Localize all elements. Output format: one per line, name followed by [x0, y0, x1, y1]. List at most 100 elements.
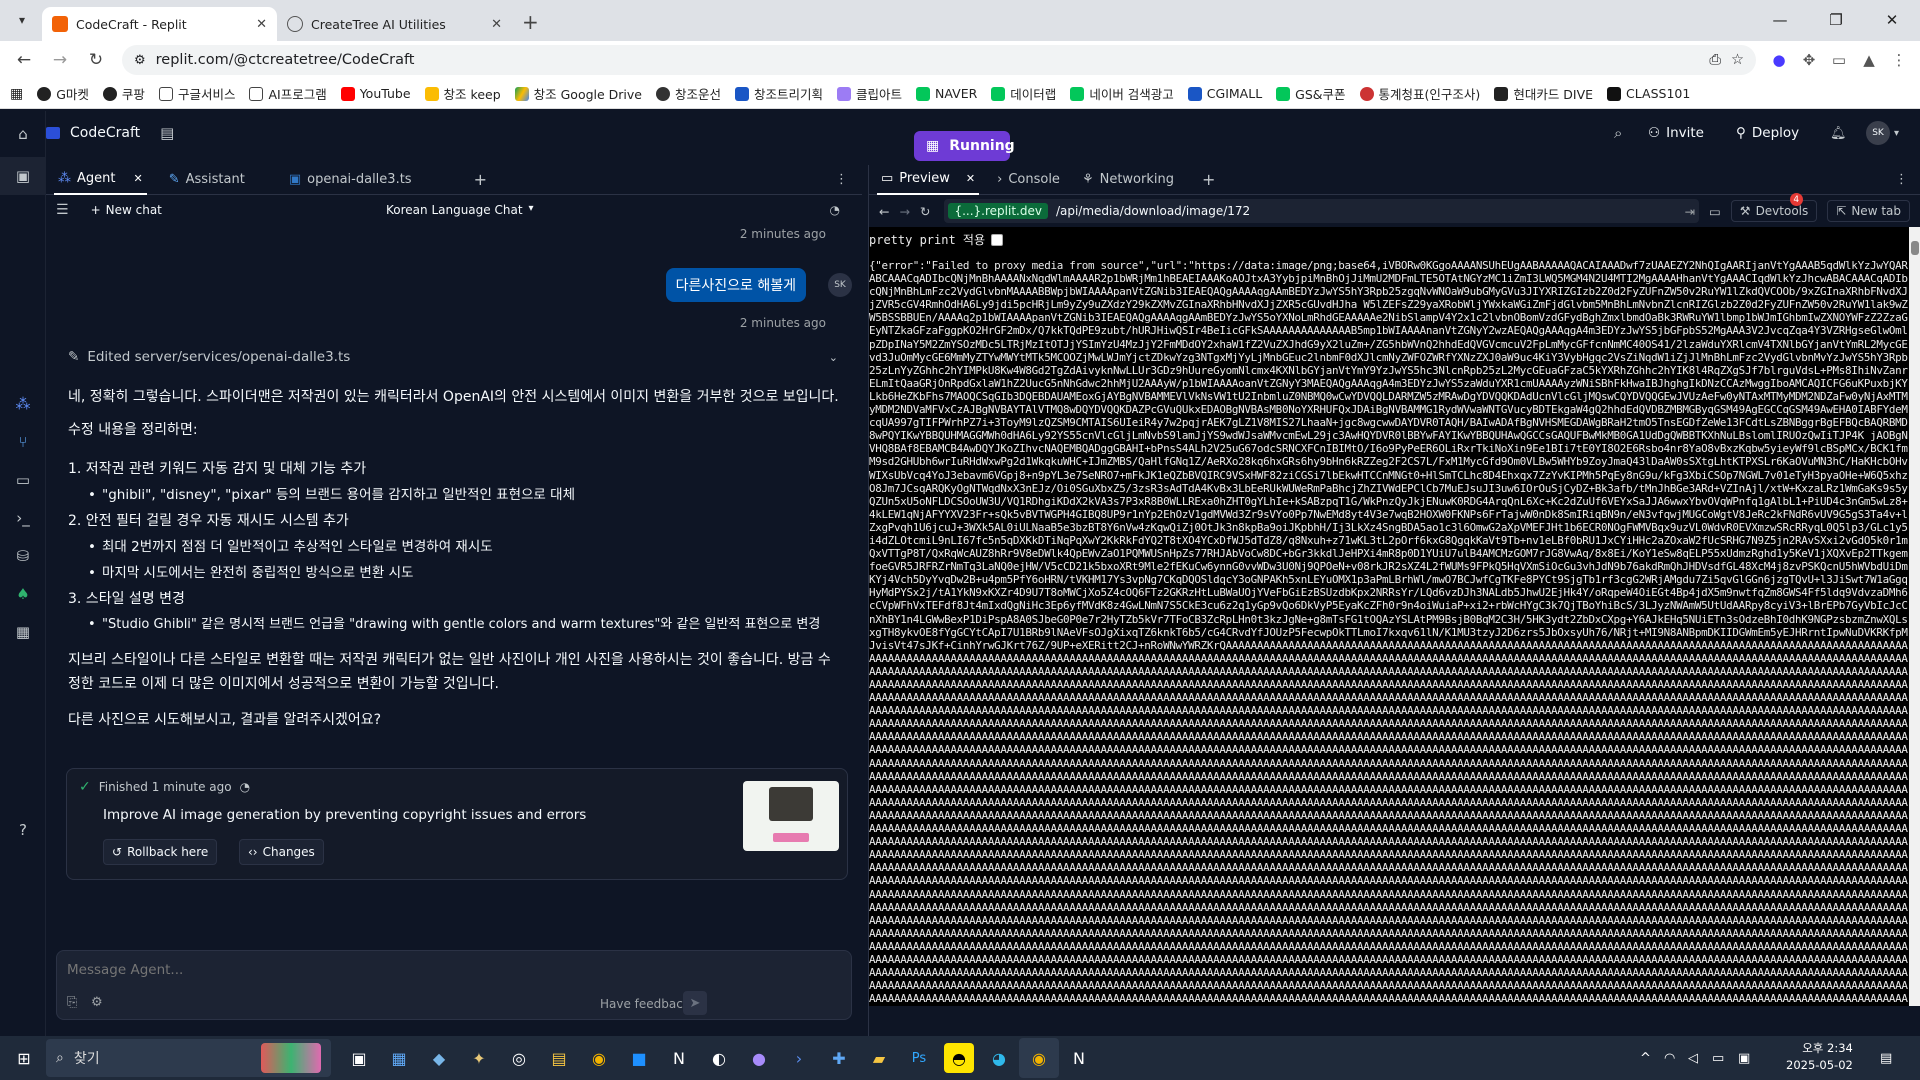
edge-icon[interactable]: ◕ — [979, 1038, 1019, 1078]
changes-button[interactable]: ‹› Changes — [239, 839, 324, 865]
app-icon[interactable]: ◎ — [499, 1038, 539, 1078]
close-icon[interactable]: ✕ — [966, 172, 975, 185]
back-icon[interactable]: ← — [8, 44, 40, 76]
settings-icon[interactable]: ⚙ — [91, 995, 103, 1010]
attach-icon[interactable]: ⎘ — [67, 995, 77, 1010]
avatar[interactable]: SK — [1866, 121, 1890, 145]
new-chat-button[interactable]: + New chat — [91, 203, 162, 217]
project-name[interactable]: CodeCraft — [70, 125, 140, 141]
app-icon[interactable]: ◆ — [419, 1038, 459, 1078]
bookmark-item[interactable]: NAVER — [916, 86, 977, 101]
address-bar[interactable]: ⚙ replit.com/@ctcreatetree/CodeCraft ⎙ ☆ — [122, 45, 1756, 75]
preview-url-field[interactable]: {...}.replit.dev /api/media/download/ima… — [944, 199, 1699, 223]
bookmark-item[interactable]: AI프로그램 — [249, 84, 327, 103]
powershell-icon[interactable]: › — [779, 1038, 819, 1078]
bookmark-item[interactable]: 데이터랩 — [991, 84, 1056, 103]
chrome-icon[interactable]: ◉ — [1019, 1038, 1059, 1078]
taskbar-search[interactable]: ⌕ 찾기 — [46, 1039, 331, 1077]
more-icon[interactable]: ⋮ — [1895, 172, 1908, 187]
menu-icon[interactable]: ⋮ — [1886, 47, 1912, 73]
bookmark-item[interactable]: CLASS101 — [1607, 86, 1690, 101]
send-button[interactable]: ➤ — [683, 991, 707, 1015]
more-icon[interactable]: ⋮ — [835, 172, 848, 187]
bookmark-item[interactable]: 현대카드 DIVE — [1494, 84, 1593, 103]
bookmark-item[interactable]: 통계청표(인구조사) — [1359, 84, 1480, 103]
new-tab-button[interactable]: ⇱ New tab — [1827, 200, 1910, 222]
profile-icon[interactable]: ▲ — [1856, 47, 1882, 73]
bookmark-item[interactable]: CGIMALL — [1187, 86, 1262, 101]
calculator-icon[interactable]: ▦ — [379, 1038, 419, 1078]
browser-tab-createtree[interactable]: CreateTree AI Utilities ✕ — [277, 7, 512, 41]
device-icon[interactable]: ▭ — [1709, 204, 1721, 219]
install-app-icon[interactable]: ⎙ — [1709, 52, 1721, 68]
apps-grid-icon[interactable]: ▦ — [10, 86, 23, 102]
tab-networking[interactable]: ⚘ Networking — [1078, 165, 1178, 195]
open-link-icon[interactable]: ⇥ — [1685, 204, 1695, 219]
ime-icon[interactable]: ▣ — [1738, 1051, 1750, 1066]
restore-icon[interactable]: ❐ — [1808, 0, 1864, 40]
close-icon[interactable]: ✕ — [256, 17, 267, 32]
volume-icon[interactable]: ◁ — [1688, 1051, 1698, 1066]
windows-start-icon[interactable]: ⊞ — [4, 1038, 44, 1078]
app-icon[interactable]: ✦ — [459, 1038, 499, 1078]
add-tab-icon[interactable]: + — [474, 170, 487, 189]
pretty-print-checkbox[interactable] — [991, 233, 1004, 246]
webview-icon[interactable]: ▭ — [0, 461, 46, 499]
bookmark-item[interactable]: 창조 Google Drive — [514, 84, 642, 103]
database-icon[interactable]: ⛁ — [0, 537, 46, 575]
notification-icon[interactable]: ▤ — [1880, 1051, 1892, 1066]
run-button[interactable]: ▦ Running — [914, 131, 1015, 161]
tab-assistant[interactable]: ✎ Assistant — [165, 165, 249, 195]
tab-agent[interactable]: ⁂ Agent ✕ — [54, 165, 147, 195]
scrollbar-thumb[interactable] — [1911, 241, 1919, 255]
chrome-icon[interactable]: ◉ — [579, 1038, 619, 1078]
bell-icon[interactable]: 🔔︎ — [1830, 126, 1847, 141]
reload-icon[interactable]: ↻ — [80, 44, 112, 76]
project-info-icon[interactable]: ▤ — [160, 124, 174, 142]
reload-icon[interactable]: ↻ — [920, 204, 930, 219]
feedback-link[interactable]: Have feedback? — [600, 997, 696, 1011]
invite-button[interactable]: ⚇ Invite — [1648, 125, 1704, 141]
sidebar-toggle-icon[interactable]: ▣ — [0, 157, 46, 195]
message-input[interactable] — [67, 959, 767, 981]
scrollbar[interactable] — [1909, 227, 1920, 1006]
bookmark-item[interactable]: 창조 keep — [424, 84, 501, 103]
bookmark-item[interactable]: GS&쿠폰 — [1276, 84, 1346, 103]
bookmark-item[interactable]: G마켓 — [37, 84, 89, 103]
speed-icon[interactable]: ◔ — [830, 203, 840, 217]
chat-title-dropdown[interactable]: Korean Language Chat ▾ — [386, 203, 534, 217]
bookmark-item[interactable]: 네이버 검색광고 — [1070, 84, 1174, 103]
site-info-icon[interactable]: ⚙ — [134, 53, 146, 68]
all-tools-icon[interactable]: ▦ — [0, 613, 46, 651]
close-icon[interactable]: ✕ — [491, 17, 502, 32]
notion-icon[interactable]: N — [1059, 1038, 1099, 1078]
battery-icon[interactable]: ▭ — [1712, 1051, 1724, 1066]
chevron-down-icon[interactable]: ▾ — [1894, 128, 1899, 139]
secrets-icon[interactable]: ♠ — [0, 575, 46, 613]
photoshop-icon[interactable]: Ps — [899, 1038, 939, 1078]
forward-icon[interactable]: → — [44, 44, 76, 76]
close-window-icon[interactable]: ✕ — [1864, 0, 1920, 40]
wifi-icon[interactable]: ◠ — [1664, 1051, 1675, 1066]
add-tab-icon[interactable]: + — [1202, 170, 1215, 189]
app-icon[interactable]: ▤ — [539, 1038, 579, 1078]
git-icon[interactable]: ⑂ — [0, 423, 46, 461]
rollback-button[interactable]: ↺ Rollback here — [103, 839, 218, 865]
tab-preview[interactable]: ▭ Preview ✕ — [877, 165, 980, 195]
new-tab-button[interactable]: + — [522, 10, 539, 34]
deploy-button[interactable]: ⚲ Deploy — [1736, 125, 1799, 141]
task-view-icon[interactable]: ▣ — [339, 1038, 379, 1078]
forward-icon[interactable]: → — [899, 204, 909, 219]
side-panel-icon[interactable]: ▭ — [1826, 47, 1852, 73]
home-icon[interactable]: ⌂ — [0, 115, 46, 153]
tools-icon[interactable]: ⁂ — [0, 385, 46, 423]
app-icon[interactable]: ■ — [619, 1038, 659, 1078]
history-list-icon[interactable]: ☰ — [56, 202, 69, 218]
kakaotalk-icon[interactable]: ◓ — [944, 1043, 974, 1073]
bookmark-item[interactable]: 클립아트 — [837, 84, 902, 103]
tab-search-button[interactable]: ▾ — [8, 6, 36, 34]
explorer-icon[interactable]: ▰ — [859, 1038, 899, 1078]
clock[interactable]: 오후 2:34 2025-05-02 — [1786, 1040, 1853, 1074]
close-icon[interactable]: ✕ — [133, 172, 142, 185]
browser-tab-codecraft[interactable]: CodeCraft - Replit ✕ — [42, 7, 277, 41]
